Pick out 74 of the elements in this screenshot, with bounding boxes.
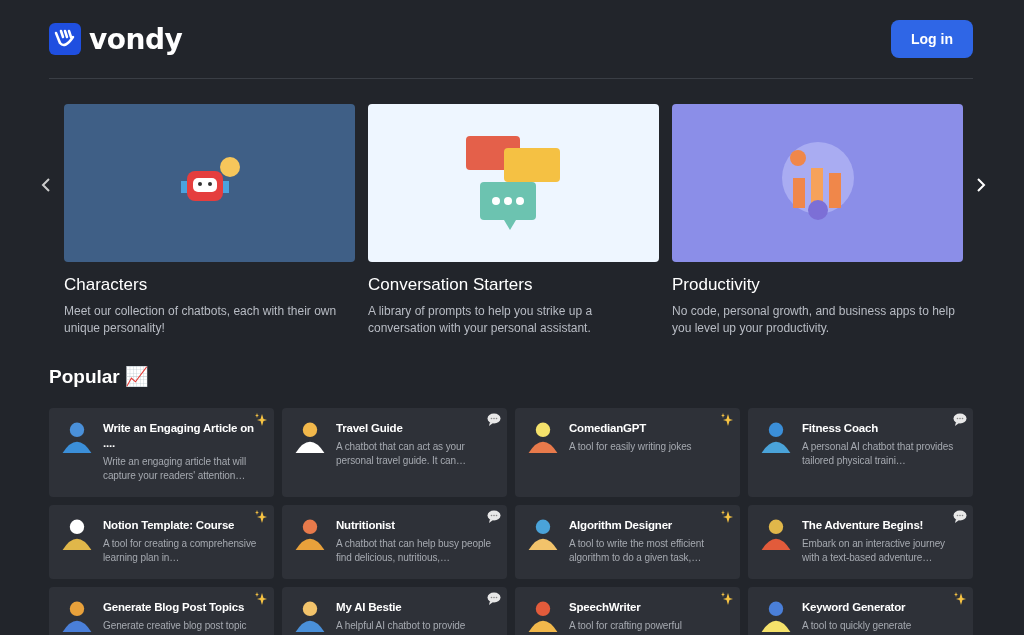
app-card[interactable]: Write an Engaging Article on .... Write an engaging article that will capture your readers' attention… xyxy=(49,408,274,497)
app-card[interactable]: Nutritionist A chatbot that can help busy people find delicious, nutritious,… xyxy=(282,505,507,579)
illustration-icon xyxy=(527,421,559,453)
speech-bubble-icon xyxy=(953,413,967,426)
card-description: A tool to write the most efficient algorithm to do a given task,… xyxy=(569,537,705,565)
category-title[interactable]: Productivity xyxy=(672,275,963,295)
speech-bubble-icon xyxy=(487,592,501,605)
sparkle-icon xyxy=(953,592,967,606)
card-description: A chatbot that can act as your personal travel guide. It can… xyxy=(336,440,467,468)
chevron-left-icon[interactable] xyxy=(41,177,51,193)
app-card[interactable]: Fitness Coach A personal AI chatbot that provides tailored physical traini… xyxy=(748,408,973,497)
card-title: Keyword Generator xyxy=(802,600,907,615)
card-description: A tool for creating a comprehensive learning plan in… xyxy=(103,537,258,565)
card-title: Nutritionist xyxy=(336,518,396,533)
app-card[interactable]: Keyword Generator A tool to quickly generate xyxy=(748,587,973,635)
sparkle-icon xyxy=(720,413,734,427)
sparkle-icon xyxy=(254,413,268,427)
speech-bubble-icon xyxy=(953,510,967,523)
app-card[interactable]: Algorithm Designer A tool to write the most efficient algorithm to do a given task,… xyxy=(515,505,740,579)
sparkle-icon xyxy=(254,592,268,606)
illustration-icon xyxy=(294,600,326,632)
card-title: Fitness Coach xyxy=(802,421,879,436)
illustration-icon xyxy=(760,518,792,550)
illustration-icon xyxy=(760,421,792,453)
card-title: SpeechWriter xyxy=(569,600,642,615)
card-title: Algorithm Designer xyxy=(569,518,674,533)
app-card[interactable]: Notion Template: Course A tool for creating a comprehensive learning plan in… xyxy=(49,505,274,579)
app-card[interactable]: SpeechWriter A tool for crafting powerful xyxy=(515,587,740,635)
category-description: A library of prompts to help you strike up a conversation with your personal assistant. xyxy=(368,303,594,337)
card-description: A tool to quickly generate xyxy=(802,619,913,633)
speech-bubble-icon xyxy=(487,510,501,523)
category-description: Meet our collection of chatbots, each with their own unique personality! xyxy=(64,303,338,337)
card-description: A helpful AI chatbot to provide xyxy=(336,619,467,633)
card-description: A personal AI chatbot that provides tailored physical traini… xyxy=(802,440,955,468)
card-title: My AI Bestie xyxy=(336,600,403,615)
card-description: A chatbot that can help busy people find delicious, nutritious,… xyxy=(336,537,492,565)
card-description: A tool for crafting powerful xyxy=(569,619,683,633)
speech-bubble-icon xyxy=(487,413,501,426)
category-title[interactable]: Characters xyxy=(64,275,355,295)
logo-text: vondy xyxy=(89,22,183,56)
illustration-icon xyxy=(61,518,93,550)
category-description: No code, personal growth, and business apps to help you level up your productivity. xyxy=(672,303,956,337)
illustration-icon xyxy=(294,518,326,550)
card-title: Travel Guide xyxy=(336,421,404,436)
chevron-right-icon[interactable] xyxy=(976,177,986,193)
card-title: Generate Blog Post Topics xyxy=(103,600,246,615)
section-heading: Popular 📈 xyxy=(49,365,150,388)
category-illustration[interactable] xyxy=(368,104,659,262)
app-card[interactable]: My AI Bestie A helpful AI chatbot to provide xyxy=(282,587,507,635)
illustration-icon xyxy=(61,600,93,632)
sparkle-icon xyxy=(254,510,268,524)
card-description: Write an engaging article that will capture your readers' attention… xyxy=(103,455,248,483)
card-title: The Adventure Begins! xyxy=(802,518,925,533)
app-card[interactable]: Travel Guide A chatbot that can act as your personal travel guide. It can… xyxy=(282,408,507,497)
card-description: A tool for easily writing jokes xyxy=(569,440,693,454)
card-title: Notion Template: Course xyxy=(103,518,236,533)
illustration-icon xyxy=(527,600,559,632)
app-card[interactable]: ComedianGPT A tool for easily writing jokes xyxy=(515,408,740,497)
illustration-icon xyxy=(294,421,326,453)
card-description: Embark on an interactive journey with a text-based adventure… xyxy=(802,537,946,565)
illustration-icon xyxy=(527,518,559,550)
category-illustration[interactable] xyxy=(64,104,355,262)
card-description: Generate creative blog post topic xyxy=(103,619,248,633)
illustration-icon xyxy=(61,421,93,453)
illustration-icon xyxy=(760,600,792,632)
sparkle-icon xyxy=(720,510,734,524)
logo-icon xyxy=(49,23,81,55)
card-title: ComedianGPT xyxy=(569,421,648,436)
category-title[interactable]: Conversation Starters xyxy=(368,275,659,295)
app-card[interactable]: Generate Blog Post Topics Generate creative blog post topic xyxy=(49,587,274,635)
card-title: Write an Engaging Article on .... xyxy=(103,421,255,451)
sparkle-icon xyxy=(720,592,734,606)
app-card[interactable]: The Adventure Begins! Embark on an interactive journey with a text-based adventure… xyxy=(748,505,973,579)
login-button[interactable]: Log in xyxy=(891,20,973,58)
